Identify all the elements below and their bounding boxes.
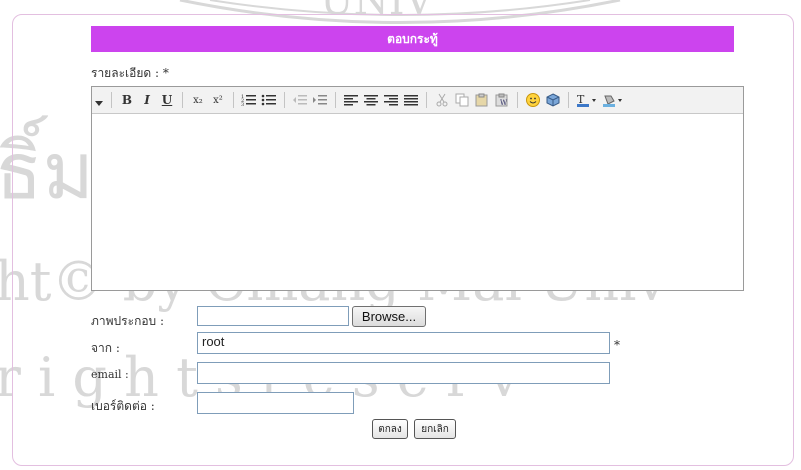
email-label: email :: [91, 368, 129, 381]
form-title: ตอบกระทู้: [91, 26, 734, 52]
toolbar-separator: [335, 92, 336, 108]
editor-text-area[interactable]: [92, 114, 743, 290]
image-label: ภาพประกอบ :: [91, 314, 165, 328]
subscript-icon[interactable]: x₂: [190, 91, 206, 109]
italic-icon[interactable]: I: [139, 91, 155, 109]
superscript-icon[interactable]: x²: [210, 91, 226, 109]
toolbar-separator: [426, 92, 427, 108]
cancel-button[interactable]: ยกเลิก: [414, 419, 456, 439]
background-color-icon[interactable]: [602, 91, 624, 109]
align-left-icon[interactable]: [343, 91, 359, 109]
email-input[interactable]: [197, 362, 610, 384]
bold-icon[interactable]: B: [119, 91, 135, 109]
indent-icon[interactable]: [312, 91, 328, 109]
smiley-icon[interactable]: [525, 91, 541, 109]
cut-icon[interactable]: [434, 91, 450, 109]
underline-icon[interactable]: U: [159, 91, 175, 109]
image-file-input[interactable]: [197, 306, 349, 326]
toolbar-separator: [568, 92, 569, 108]
toolbar-separator: [111, 92, 112, 108]
from-input[interactable]: root: [197, 332, 610, 354]
required-mark: *: [614, 338, 620, 352]
justify-icon[interactable]: [403, 91, 419, 109]
toolbar-separator: [284, 92, 285, 108]
toolbar-separator: [233, 92, 234, 108]
phone-input[interactable]: [197, 392, 354, 414]
paste-word-icon[interactable]: W: [494, 91, 510, 109]
svg-text:W: W: [500, 99, 508, 107]
collapse-icon[interactable]: [92, 87, 106, 113]
from-label: จาก :: [91, 341, 120, 355]
detail-label: รายละเอียด : *: [91, 66, 169, 80]
browse-button[interactable]: Browse...: [352, 306, 426, 327]
rich-text-editor[interactable]: B I U x₂ x² 123 W T: [91, 86, 744, 291]
align-center-icon[interactable]: [363, 91, 379, 109]
ok-button[interactable]: ตกลง: [372, 419, 408, 439]
unordered-list-icon[interactable]: [261, 91, 277, 109]
text-color-icon[interactable]: T: [576, 91, 598, 109]
special-char-icon[interactable]: [545, 91, 561, 109]
svg-text:3: 3: [241, 102, 244, 107]
toolbar-separator: [182, 92, 183, 108]
copy-icon[interactable]: [454, 91, 470, 109]
toolbar-separator: [517, 92, 518, 108]
phone-label: เบอร์ติดต่อ :: [91, 399, 155, 413]
paste-icon[interactable]: [474, 91, 490, 109]
outdent-icon[interactable]: [292, 91, 308, 109]
editor-toolbar: B I U x₂ x² 123 W T: [92, 87, 743, 114]
ordered-list-icon[interactable]: 123: [241, 91, 257, 109]
align-right-icon[interactable]: [383, 91, 399, 109]
